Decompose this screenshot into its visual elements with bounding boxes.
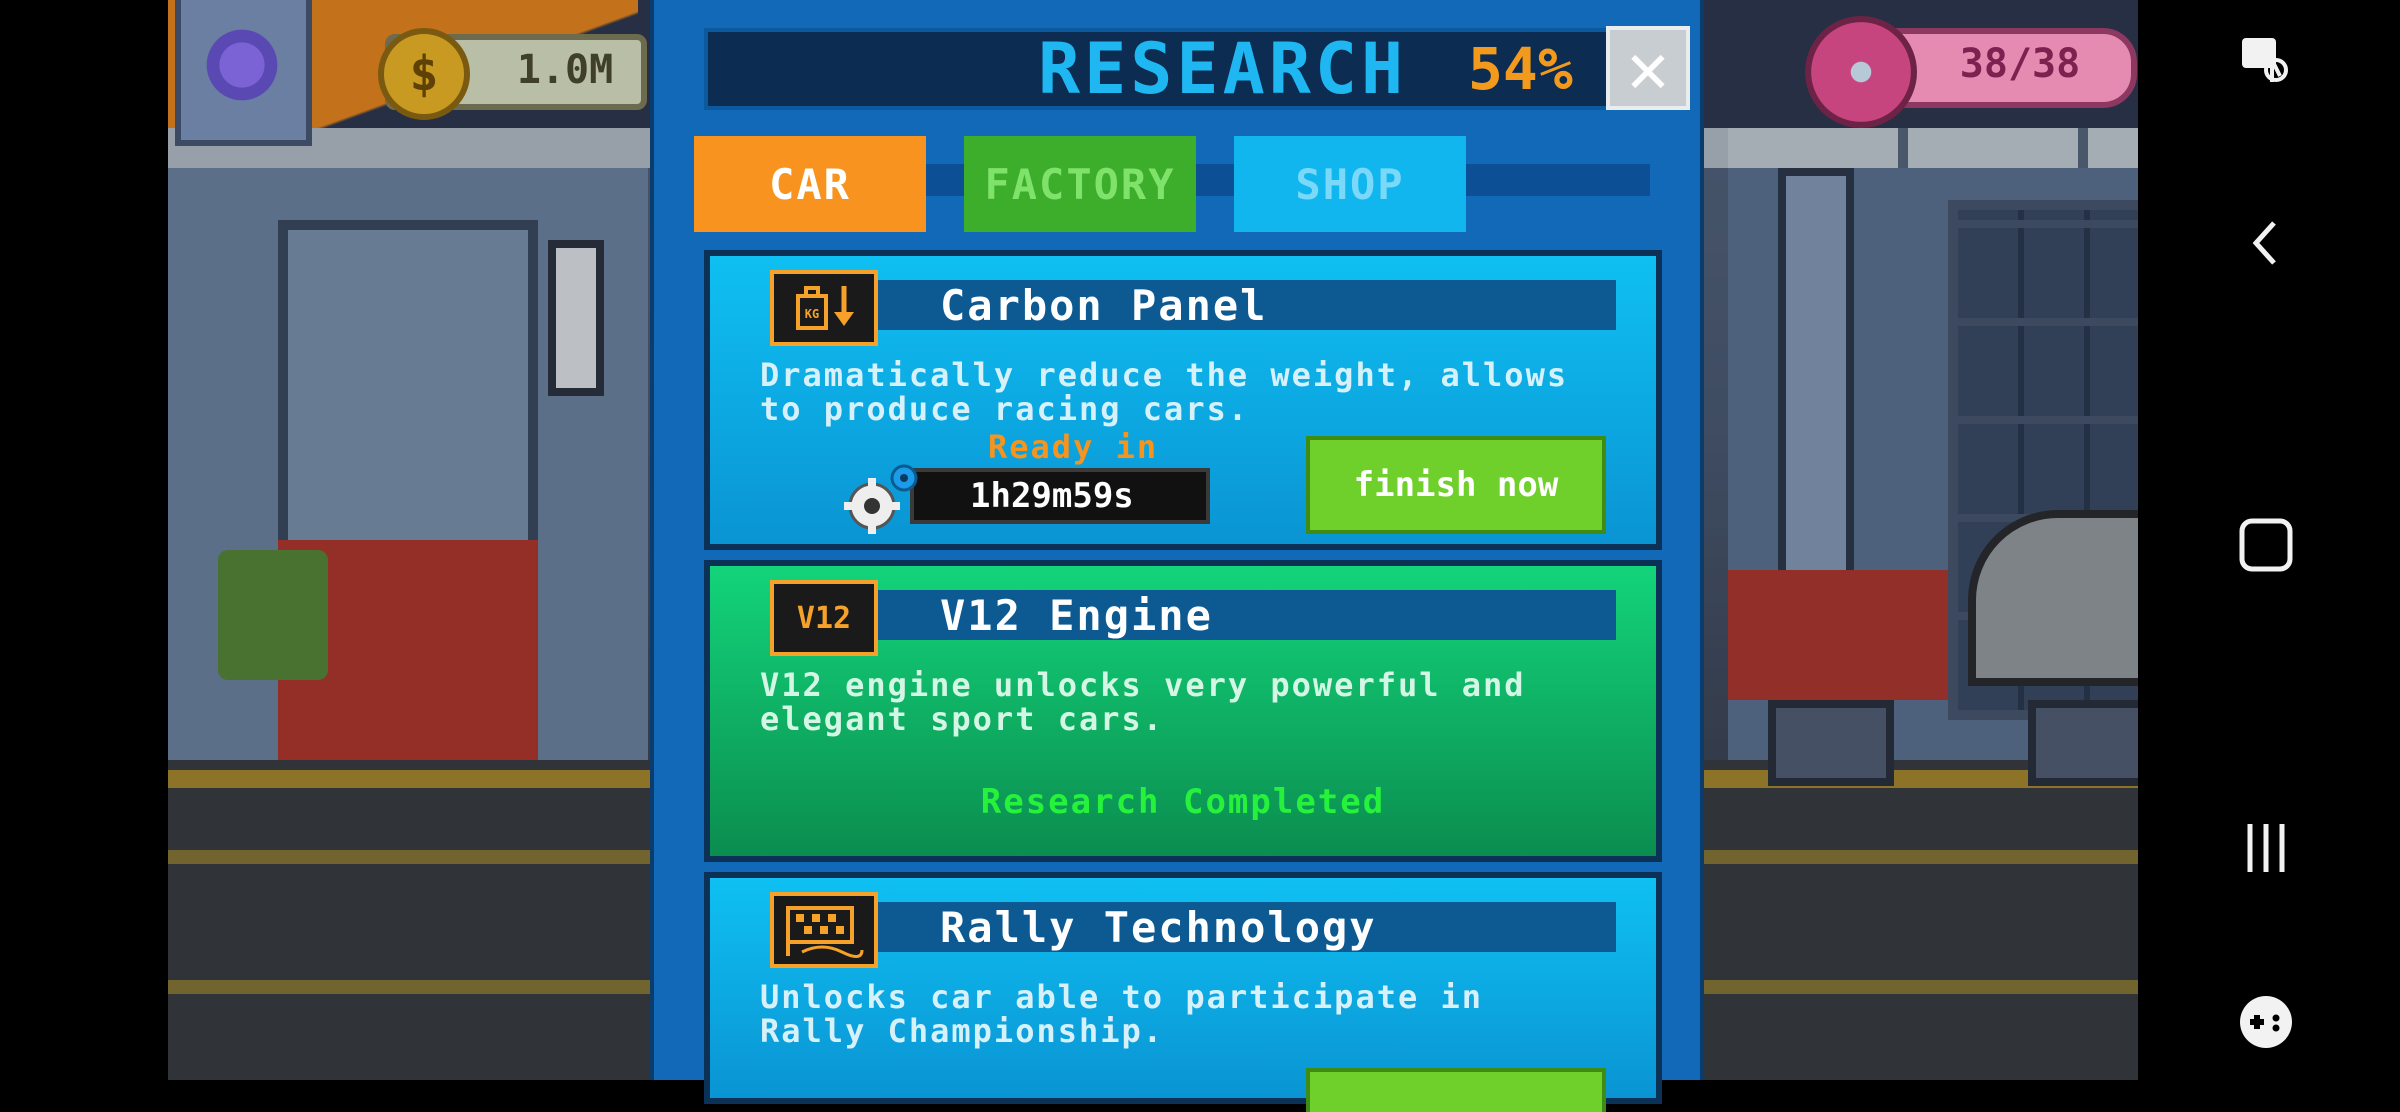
card-description-line: elegant sport cars. bbox=[760, 700, 1165, 738]
card-description-line: to produce racing cars. bbox=[760, 390, 1250, 428]
research-percent: 54% bbox=[1468, 35, 1573, 103]
card-description: Dramatically reduce the weight, allows t… bbox=[760, 358, 1620, 426]
timer-text: 1h29m59s bbox=[970, 476, 1134, 516]
money-amount: 1.0M bbox=[516, 47, 614, 93]
recent-apps-icon[interactable] bbox=[2226, 808, 2306, 888]
screen-touch-icon[interactable] bbox=[2226, 20, 2306, 100]
donut-count: 38/38 bbox=[1959, 41, 2081, 87]
finish-now-button[interactable]: finish now bbox=[1306, 436, 1606, 534]
v12-engine-icon: V12 bbox=[770, 580, 878, 656]
card-description-line: Unlocks car able to participate in bbox=[760, 978, 1484, 1016]
card-description-line: V12 engine unlocks very powerful and bbox=[760, 666, 1526, 704]
card-title: V12 Engine bbox=[940, 590, 1213, 640]
research-panel: RESEARCH 54% ✕ CAR FACTORY SHOP KG Carbo… bbox=[650, 0, 1704, 1112]
home-icon[interactable] bbox=[2226, 505, 2306, 585]
card-description-line: Rally Championship. bbox=[760, 1012, 1165, 1050]
back-icon[interactable] bbox=[2226, 203, 2306, 283]
player-avatar[interactable] bbox=[175, 0, 312, 146]
research-title: RESEARCH bbox=[1038, 28, 1408, 110]
research-completed-label: Research Completed bbox=[980, 782, 1386, 822]
ready-label: Ready in bbox=[988, 428, 1159, 466]
card-description: Unlocks car able to participate in Rally… bbox=[760, 980, 1620, 1048]
avatar-splash-icon bbox=[197, 20, 287, 110]
research-card-rally-technology: Rally Technology Unlocks car able to par… bbox=[704, 872, 1662, 1112]
research-card-carbon-panel: KG Carbon Panel Dramatically reduce the … bbox=[704, 250, 1662, 550]
card-title: Rally Technology bbox=[940, 902, 1377, 952]
gear-icon bbox=[842, 460, 922, 540]
svg-text:KG: KG bbox=[805, 307, 819, 321]
research-button[interactable] bbox=[1306, 1068, 1606, 1112]
research-header: RESEARCH 54% bbox=[704, 28, 1658, 110]
card-description: V12 engine unlocks very powerful and ele… bbox=[760, 668, 1620, 736]
tab-shop[interactable]: SHOP bbox=[1234, 136, 1466, 232]
tab-factory[interactable]: FACTORY bbox=[964, 136, 1196, 232]
card-title: Carbon Panel bbox=[940, 280, 1268, 330]
close-button[interactable]: ✕ bbox=[1606, 26, 1690, 110]
tab-car[interactable]: CAR bbox=[694, 136, 926, 232]
weight-down-icon: KG bbox=[770, 270, 878, 346]
v12-icon-text: V12 bbox=[796, 600, 852, 636]
research-card-v12-engine: V12 V12 Engine V12 engine unlocks very p… bbox=[704, 560, 1662, 862]
donut-icon bbox=[1805, 16, 1917, 128]
coin-icon: $ bbox=[378, 28, 470, 120]
card-description-line: Dramatically reduce the weight, allows bbox=[760, 356, 1569, 394]
game-launcher-icon[interactable] bbox=[2226, 982, 2306, 1062]
rally-flag-icon bbox=[770, 892, 878, 968]
research-timer: 1h29m59s bbox=[910, 468, 1210, 524]
android-nav-bar bbox=[2138, 0, 2400, 1080]
